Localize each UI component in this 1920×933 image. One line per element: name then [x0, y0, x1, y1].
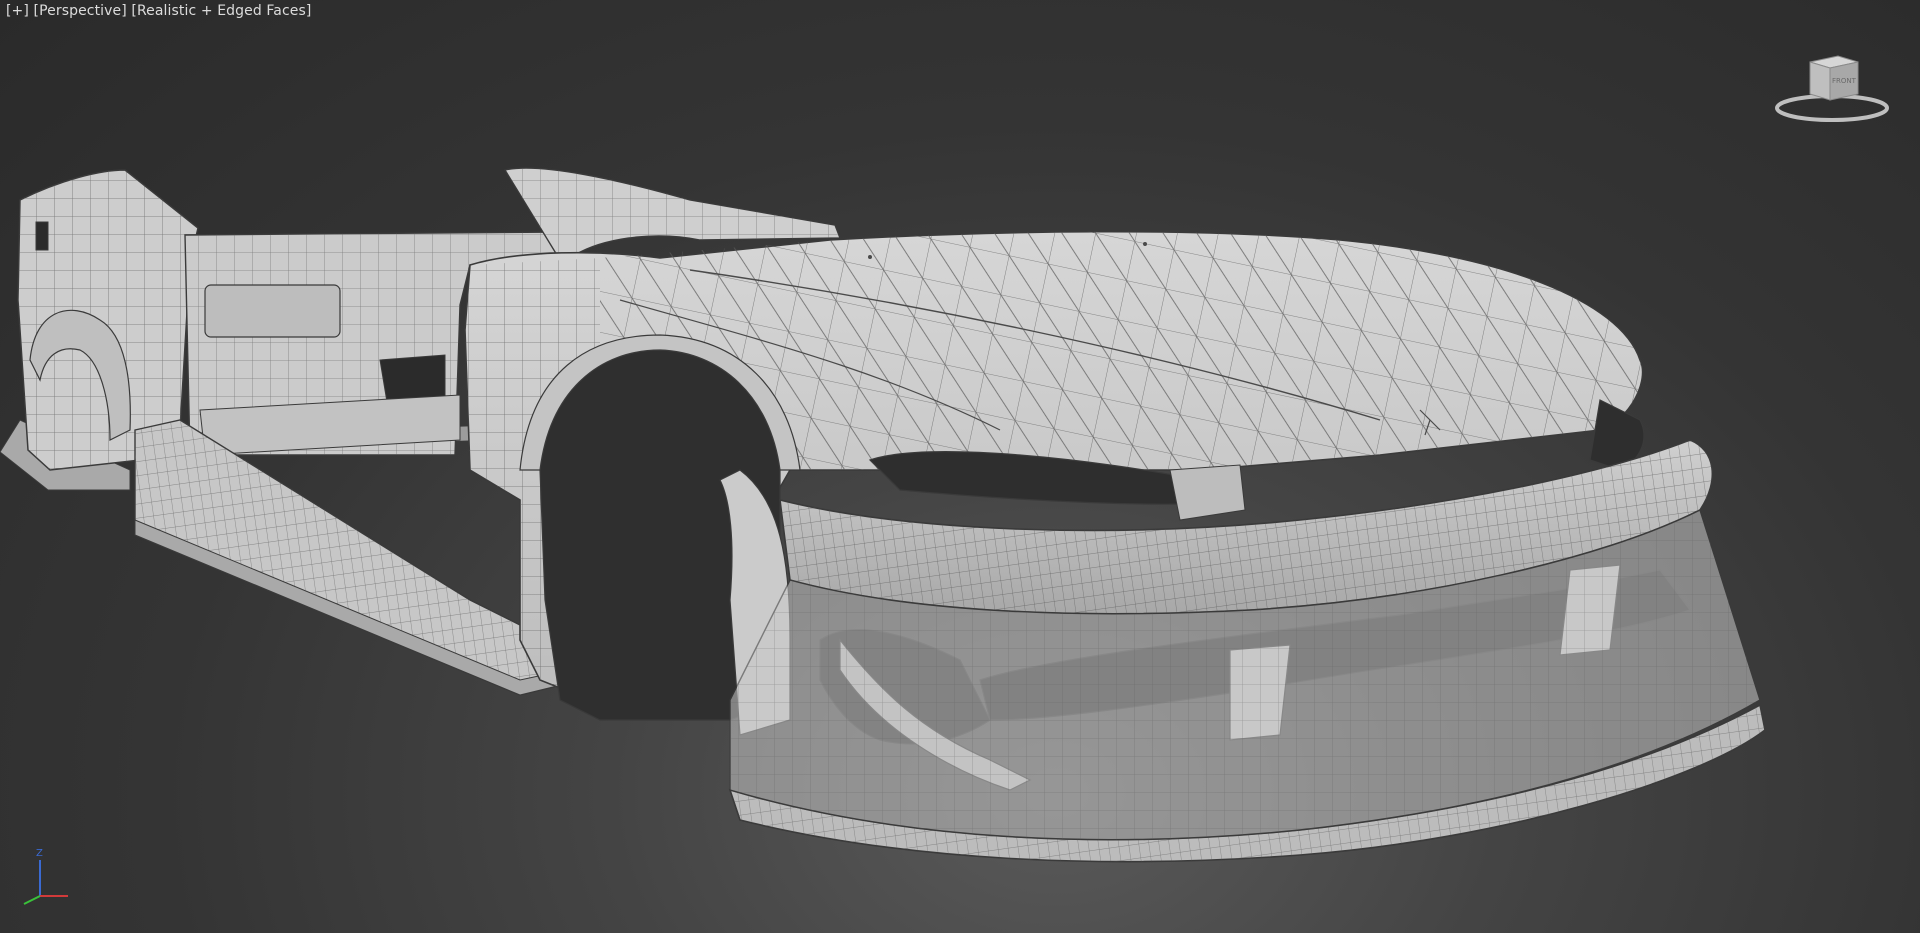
viewcube-face-label: FRONT: [1832, 77, 1857, 85]
rear-vent: [35, 221, 49, 251]
hood-point-2: [1143, 242, 1147, 246]
perspective-viewport[interactable]: [+] [Perspective] [Realistic + Edged Fac…: [0, 0, 1920, 933]
rear-door-handle-cutout: [204, 284, 341, 338]
viewcube-front-face: [1809, 61, 1831, 101]
y-axis-line: [23, 895, 41, 905]
headlight-bracket: [1169, 464, 1246, 521]
car-body-mesh[interactable]: [0, 0, 1920, 933]
axis-tripod: Z: [23, 848, 68, 905]
z-axis-label: Z: [36, 848, 43, 859]
hood-point-1: [868, 255, 872, 259]
viewcube[interactable]: FRONT: [1772, 50, 1892, 130]
